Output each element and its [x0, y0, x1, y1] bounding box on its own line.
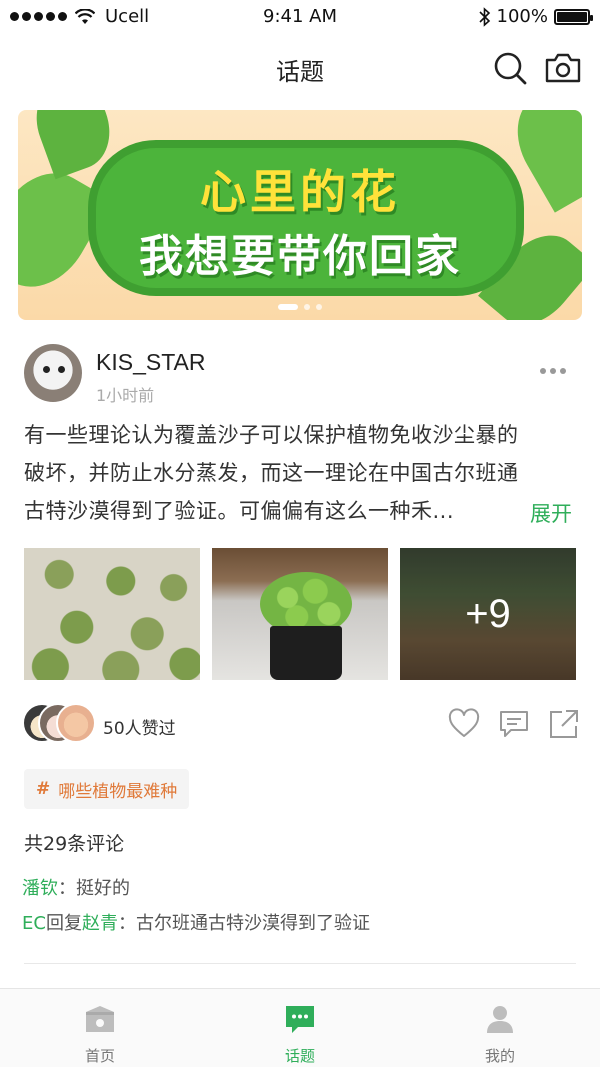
post-photo[interactable]	[212, 548, 388, 680]
carousel-dot	[278, 304, 298, 310]
expand-link[interactable]: 展开	[530, 498, 572, 528]
post-author[interactable]: KIS_STAR	[96, 349, 206, 376]
reply-to-name[interactable]: 赵青	[82, 913, 118, 934]
banner-headline: 心里的花	[200, 165, 400, 219]
post-photo[interactable]	[24, 548, 200, 680]
likes-count[interactable]: 50人赞过	[103, 714, 176, 739]
bluetooth-icon	[478, 6, 490, 27]
heart-icon[interactable]	[448, 708, 480, 740]
post-photo[interactable]: +9	[400, 548, 576, 680]
comment-text: ：挺好的	[58, 878, 130, 899]
battery-icon	[554, 8, 593, 25]
tab-mine[interactable]: 我的	[400, 989, 600, 1067]
tab-topics[interactable]: 话题	[200, 989, 400, 1067]
home-icon	[86, 1006, 114, 1032]
status-right: 100%	[478, 6, 593, 27]
comment-count[interactable]: 共29条评论	[24, 829, 124, 856]
carousel-dot	[304, 304, 310, 310]
search-icon[interactable]	[492, 50, 528, 86]
camera-icon[interactable]	[544, 50, 582, 86]
carousel-indicator	[18, 304, 582, 310]
liker-avatars[interactable]	[22, 703, 102, 747]
banner-carousel[interactable]: 心里的花 我想要带你回家	[18, 110, 582, 320]
tab-label: 首页	[84, 1047, 115, 1065]
post-timestamp: 1小时前	[96, 386, 155, 405]
more-options-icon[interactable]	[540, 368, 566, 374]
carousel-dot	[316, 304, 322, 310]
avatar[interactable]	[24, 344, 82, 402]
comment-text: ：古尔班通古特沙漠得到了验证	[117, 913, 370, 934]
topic-tag-label: 哪些植物最难种	[58, 781, 178, 802]
reply-word: 回复	[45, 913, 82, 934]
avatar	[56, 703, 96, 743]
tab-bar: 首页 话题 我的	[0, 988, 600, 1067]
banner-subheadline: 我想要带你回家	[139, 231, 461, 282]
comment-icon[interactable]	[498, 708, 530, 740]
chat-bubble-icon	[286, 1006, 314, 1033]
comment-item[interactable]: 潘钦：挺好的	[22, 874, 130, 900]
tab-label: 话题	[284, 1047, 315, 1065]
comment-item[interactable]: EC回复赵青：古尔班通古特沙漠得到了验证	[22, 909, 370, 935]
divider	[24, 963, 576, 964]
nav-header: 话题	[0, 34, 600, 100]
tab-label: 我的	[484, 1047, 515, 1065]
hash-icon: #	[36, 779, 51, 799]
share-icon[interactable]	[548, 708, 580, 740]
commenter-name[interactable]: EC	[22, 913, 46, 934]
more-photos-count: +9	[400, 548, 576, 680]
battery-percent: 100%	[496, 6, 548, 27]
topic-tag[interactable]: # 哪些植物最难种	[24, 769, 190, 809]
post-text: 有一些理论认为覆盖沙子可以保护植物免收沙尘暴的破坏，并防止水分蒸发，而这一理论在…	[24, 423, 519, 523]
person-icon	[487, 1006, 513, 1033]
status-bar: Ucell 9:41 AM 100%	[0, 0, 600, 34]
commenter-name[interactable]: 潘钦	[22, 878, 58, 899]
tab-home[interactable]: 首页	[0, 989, 200, 1067]
